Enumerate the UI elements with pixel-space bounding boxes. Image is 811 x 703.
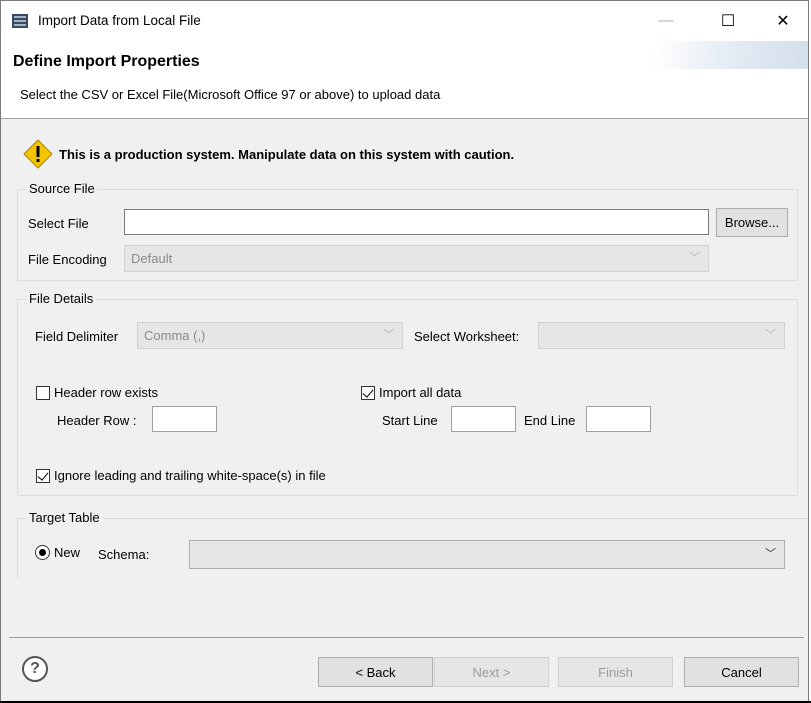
header-decoration bbox=[568, 41, 808, 69]
cancel-button[interactable]: Cancel bbox=[684, 657, 799, 687]
select-worksheet-dropdown[interactable]: ﹀ bbox=[538, 322, 785, 349]
chevron-down-icon: ﹀ bbox=[765, 329, 776, 341]
header-row-input[interactable] bbox=[152, 406, 217, 432]
end-line-input[interactable] bbox=[586, 406, 651, 432]
schema-dropdown[interactable]: ﹀ bbox=[189, 540, 785, 569]
footer-separator bbox=[9, 637, 804, 638]
select-worksheet-label: Select Worksheet: bbox=[414, 329, 520, 344]
source-file-group: Source File Select File Browse... File E… bbox=[17, 181, 798, 281]
next-button[interactable]: Next > bbox=[434, 657, 549, 687]
warning-text: This is a production system. Manipulate … bbox=[59, 146, 515, 162]
header-row-exists-checkbox[interactable]: Header row exists bbox=[36, 385, 158, 400]
wizard-header: Define Import Properties Select the CSV … bbox=[1, 41, 808, 119]
new-table-label: New bbox=[54, 545, 81, 560]
header-row-exists-label: Header row exists bbox=[54, 385, 159, 400]
import-all-data-checkbox[interactable]: Import all data bbox=[361, 385, 461, 400]
minimize-button[interactable]: — bbox=[641, 1, 691, 41]
page-title: Define Import Properties bbox=[13, 53, 200, 70]
select-file-label: Select File bbox=[28, 216, 89, 231]
end-line-label: End Line bbox=[524, 413, 576, 428]
finish-button[interactable]: Finish bbox=[558, 657, 673, 687]
ignore-whitespace-checkbox[interactable]: Ignore leading and trailing white-space(… bbox=[36, 468, 326, 483]
file-encoding-label: File Encoding bbox=[28, 252, 107, 267]
import-all-data-label: Import all data bbox=[379, 385, 462, 400]
chevron-down-icon: ﹀ bbox=[765, 548, 776, 560]
app-icon bbox=[12, 14, 28, 28]
back-button[interactable]: < Back bbox=[318, 657, 433, 687]
file-details-legend: File Details bbox=[26, 291, 97, 306]
ignore-whitespace-label: Ignore leading and trailing white-space(… bbox=[54, 468, 326, 483]
chevron-down-icon: ﹀ bbox=[689, 252, 700, 264]
chevron-down-icon: ﹀ bbox=[383, 329, 394, 341]
page-description: Select the CSV or Excel File(Microsoft O… bbox=[20, 87, 441, 102]
maximize-button[interactable]: ☐ bbox=[703, 1, 753, 41]
file-encoding-value: Default bbox=[131, 251, 173, 266]
file-details-group: File Details Field Delimiter Comma (,) ﹀… bbox=[17, 291, 798, 496]
select-file-input[interactable] bbox=[124, 209, 709, 235]
warning-icon bbox=[23, 139, 53, 169]
field-delimiter-dropdown[interactable]: Comma (,) ﹀ bbox=[137, 322, 403, 349]
schema-label: Schema: bbox=[98, 547, 150, 562]
ignore-whitespace-box[interactable] bbox=[36, 468, 50, 483]
new-table-radio[interactable]: New bbox=[35, 545, 80, 560]
field-delimiter-value: Comma (,) bbox=[144, 328, 206, 343]
source-file-legend: Source File bbox=[26, 181, 98, 196]
field-delimiter-label: Field Delimiter bbox=[35, 329, 119, 344]
target-table-group: Target Table New Schema: ﹀ bbox=[17, 510, 808, 578]
start-line-label: Start Line bbox=[382, 413, 438, 428]
production-warning: This is a production system. Manipulate … bbox=[23, 139, 514, 169]
header-row-label: Header Row : bbox=[57, 413, 137, 428]
title-bar: Import Data from Local File — ☐ ✕ bbox=[1, 1, 808, 41]
new-table-radio-dot[interactable] bbox=[35, 545, 50, 560]
import-dialog: Import Data from Local File — ☐ ✕ Define… bbox=[0, 0, 809, 703]
window-title: Import Data from Local File bbox=[38, 13, 201, 28]
help-icon[interactable]: ? bbox=[22, 656, 48, 682]
close-button[interactable]: ✕ bbox=[758, 1, 808, 41]
header-row-exists-box[interactable] bbox=[36, 385, 50, 400]
file-encoding-dropdown[interactable]: Default ﹀ bbox=[124, 245, 709, 272]
import-all-data-box[interactable] bbox=[361, 385, 375, 400]
start-line-input[interactable] bbox=[451, 406, 516, 432]
target-table-legend: Target Table bbox=[26, 510, 103, 525]
browse-button[interactable]: Browse... bbox=[716, 208, 788, 237]
